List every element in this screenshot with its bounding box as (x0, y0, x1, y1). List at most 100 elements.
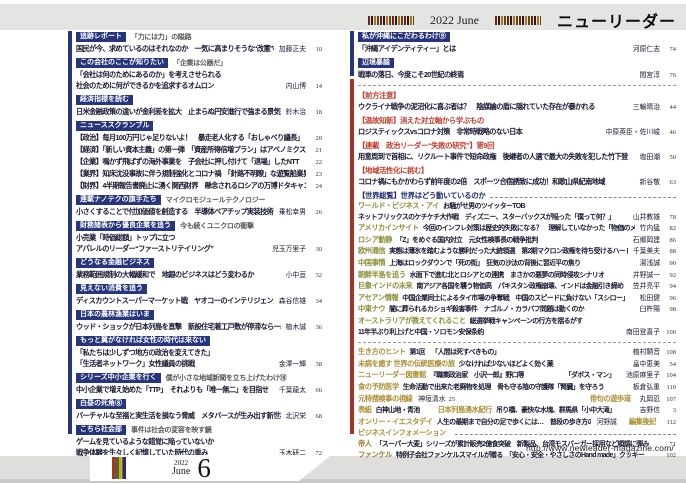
section-label: 追跡レポート (76, 32, 126, 42)
toc-entry-commentary: 【連載 政治リーダー“失敗の研究”】第9回 用意周到で首相に、リクルート事件で短… (358, 140, 676, 163)
column-lead: 食の予防医学 (358, 382, 399, 393)
toc-row: 【経済】「新しい資本主義」の第一弾 「資産所得倍増プラン」はアベノミクス？21 (76, 144, 322, 156)
toc-author: 千葉龍太 (274, 385, 306, 396)
toc-row: ゲームを見ているような錯覚に陥っていないか (76, 436, 322, 447)
column-lead: ワールド・ビジネス・アイ (358, 201, 439, 212)
toc-entry: 追跡レポート「力には力」の隘路 国民が今、求めているのはそれなのか 一気に高まり… (76, 31, 322, 55)
toc-page: 50 (660, 152, 676, 163)
page-header: 2022 June ニューリーダー (368, 8, 676, 32)
issue-date: 2022 June (430, 13, 479, 28)
section-note: 「企業は公器だ」 (173, 58, 227, 68)
toc-author: 竹内猛 (635, 224, 660, 235)
toc-entry-news-scramble: ニューススクランブル 【政治】毎月100万円じゃ足りないよ！ 暴走老人化する「お… (76, 120, 322, 192)
editors-note-label: 編集後記 (629, 417, 656, 428)
column-lead: 中東ナウ (358, 304, 385, 315)
world-row: 朝鮮半島を追う水面下で進む北とロシアとの連携 まさかの悪夢の同時侵攻シナリオ井野… (358, 270, 676, 282)
toc-author: 植木誠 (281, 322, 306, 333)
world-row: オーストラリアが教えてくれること総選挙戦キャンペーンの行方を揺るがす (358, 316, 676, 328)
toc-title: 「生活者ネットワーク」女性議員の挑戦 (76, 358, 274, 369)
toc-title: 【財界】4半期報告書廃止に湧く関西財界 懸念されるロシアの万博ドタキャン (76, 180, 306, 191)
toc-row: 社会のために何ができるかを追求するオムロン内山博14 (76, 80, 322, 92)
toc-title: 中国企業同士によるタイ市場の争奪戦 中国のスピードに負けない「スシロー」 (402, 294, 634, 305)
toc-author: 塩田潮 (635, 152, 660, 163)
lifestyle-row: 生き方のヒント第1回「人間は死すべきもの」植村鞆音108 (358, 347, 676, 359)
toc-author: 丸岡忍 (635, 395, 660, 406)
lifestyle-row: 元特捜検事の視線神垣清水25俳句の遊歩道丸岡忍107 (358, 394, 676, 406)
column-lead: オーストラリアが教えてくれること (358, 316, 466, 327)
section-note: マイクロモジュールテクノロジー (166, 195, 265, 205)
toc-entry-commentary: 【前方注意】 ウクライナ戦争の泥沼化に喜ぶ者は？ 陰謀論の盾に隠れていた存在が暴… (358, 90, 676, 113)
world-row: 中国事情上海はロックダウンで「死の街」 狂気の沙汰の背後に習近平の焦り湯浅誠90 (358, 258, 676, 270)
section-label: シリーズ中小企業を行く (76, 373, 161, 383)
left-page-column: 追跡レポート「力には力」の隘路 国民が今、求めているのはそれなのか 一気に高まり… (76, 31, 322, 461)
toc-title: 日米金融政策の違いが金利差を拡大 止まらぬ円安進行で強まる景気後退懸念 (76, 106, 281, 117)
section-label: こちら社会部 (76, 425, 126, 435)
toc-page: 36 (306, 322, 322, 333)
toc-title: 【経済】「新しい資本主義」の第一弾 「資産所得倍増プラン」はアベノミクス？ (76, 144, 306, 155)
toc-row: 小売業「時価総額」トップに立つ (76, 232, 322, 243)
section-label: ニューススクランブル (76, 121, 153, 131)
toc-row: ディスカウントスーパーマーケット戦 ヤオコーのインテリジェンス経営森谷信雄34 (76, 295, 322, 307)
lifestyle-row: オンリー・イエスタデイ人生の最期まで自分の足で歩くには… 普段の歩き方の改善法を… (358, 417, 676, 429)
toc-author: 金澤一輝 (274, 359, 306, 370)
toc-title: 戦車の落日、今度こそ20世紀の終焉 (358, 69, 635, 80)
toc-author: 板倉弘重 (628, 383, 660, 394)
toc-title: 「ダボス・マン」 (565, 371, 615, 382)
section-label: 辺境暴論 (358, 58, 394, 68)
toc-title: 「私たちは少しずつ地方の政治を変えてきた」 (76, 347, 322, 358)
toc-author: 内山博 (281, 81, 306, 92)
toc-title: 今回のインフレ対策は歴史的失敗になる？ 理解していなかった「物価のメカニズム」 (423, 224, 635, 235)
toc-row: 国民が今、求めているのはそれなのか 一気に高まりそうな“改憲”機運加藤正夫10 (76, 43, 322, 55)
toc-row: バーチャルな至福と実生活を損なう脅威 メタバースが生み出す新世界は‥（下）北沢栄… (76, 410, 322, 422)
toc-row: ウクライナ戦争の泥沼化に喜ぶ者は？ 陰謀論の盾に隠れていた存在が暴かれる三輪晴治… (358, 101, 676, 113)
toc-row: 【政治】毎月100万円じゃ足りないよ！ 暴走老人化する「おしゃべり議長」20 (76, 132, 322, 144)
toc-title: 上海はロックダウンで「死の街」 狂気の沙汰の背後に習近平の焦り (389, 259, 634, 270)
toc-title: 総選挙戦キャンペーンの行方を揺るがす (470, 317, 676, 328)
toc-entry: この会社のここが知りたい「企業は公器だ」 「会社は何のためにあるのか」を考えさせ… (76, 57, 322, 92)
lifestyle-row: 未病を癒す 世界の伝統医療の旅少なければ少ないほどよく効く薬畠中恵美54 (358, 359, 676, 371)
right-page-column: 私が沖縄にこだわるわけ⑨ 「沖縄アイデンティティー」とは河原仁志74 辺境暴論 … (358, 31, 676, 462)
toc-author: 児玉万里子 (267, 244, 306, 255)
dashed-divider (358, 85, 676, 86)
toc-title: 【業界】知床沈没事故に伴う規制強化とコロナ禍 「針路不明瞭」な遊覧船業界 (76, 168, 306, 179)
toc-title: 国民が今、求めているのはそれなのか 一気に高まりそうな“改憲”機運 (76, 43, 274, 54)
toc-page: 3 (660, 406, 676, 417)
toc-row: 【業界】知床沈没事故に伴う規制強化とコロナ禍 「針路不明瞭」な遊覧船業界23 (76, 168, 322, 180)
toc-page: 30 (306, 244, 322, 255)
toc-row: コロナ禍にもかかわらず前年度の2倍 スポーツ合宿誘致に成功！和歌山県紀南地域新谷… (358, 176, 676, 188)
toc-title: ゲームを見ているような錯覚に陥っていないか (76, 436, 322, 447)
toc-title: 南アジア各国を襲う物価高 パキスタン政権崩壊、インドは金融引き締め (416, 282, 628, 293)
toc-author: 鈴木治 (281, 107, 306, 118)
column-lead: ロシア動静 (358, 235, 392, 246)
toc-author: 加藤正夫 (274, 44, 306, 55)
red-section-label: 【温故知新】消えた対立軸から学ぶもの (358, 115, 676, 126)
toc-page: 86 (660, 236, 676, 247)
red-section-label: 【連載 政治リーダー“失敗の研究”】第9回 (358, 140, 676, 151)
column-lead: 巨象インドの未来 (358, 281, 412, 292)
issue-month: June (172, 467, 190, 477)
toc-row: 中小企業で増え始めた「TTP」 それよりも「唯一無二」を目指せ千葉龍太66 (76, 384, 322, 396)
toc-author: 北沢栄 (281, 411, 306, 422)
toc-row: 戦車の落日、今度こそ20世紀の終焉間宮淳76 (358, 69, 676, 81)
toc-page: 76 (660, 70, 676, 81)
section-label: この会社のここが知りたい (76, 58, 168, 68)
world-row: ロシア動静「Z」をめぐる国内対立 元女性検事長の戦争批判石郷岡建86 (358, 235, 676, 247)
barcode-stripes-icon (368, 16, 414, 25)
toc-author: 石郷岡建 (628, 236, 660, 247)
toc-title: ディスカウントスーパーマーケット戦 ヤオコーのインテリジェンス経営 (76, 295, 274, 306)
section-note: 今も続くユニクロの衝撃 (180, 221, 254, 231)
toc-row: 業務範囲規制の大幅緩和で 地銀のビジネスはどう変わるか小中亘32 (76, 269, 322, 281)
toc-title: 吊り橋、豪快な水塊、群馬県「小中大滝」 (496, 406, 635, 417)
dash-filler (490, 197, 676, 198)
toc-page: 44 (660, 102, 676, 113)
toc-row: 「沖縄アイデンティティー」とは河原仁志74 (358, 43, 676, 55)
business-info-header: ビジネスインフォメーション (358, 428, 676, 439)
magazine-url: http://www.newleader-magazine.com/ (526, 443, 674, 453)
toc-page: 25 (449, 395, 456, 406)
toc-title: 「会社は何のためにあるのか」を考えさせられる (76, 69, 322, 80)
world-row: ネットフリックスのケチケチ大作戦 ディズニー、スターバックスが陥った「僕って何？… (358, 213, 676, 224)
toc-page: 107 (660, 395, 676, 406)
column-lead: 未病を癒す 世界の伝統医療の旅 (358, 359, 455, 370)
toc-page: 104 (660, 371, 676, 382)
toc-title: 小さくすることで付加価値を創造する 半導体ベアチップ実装技術を誇る (76, 206, 274, 217)
